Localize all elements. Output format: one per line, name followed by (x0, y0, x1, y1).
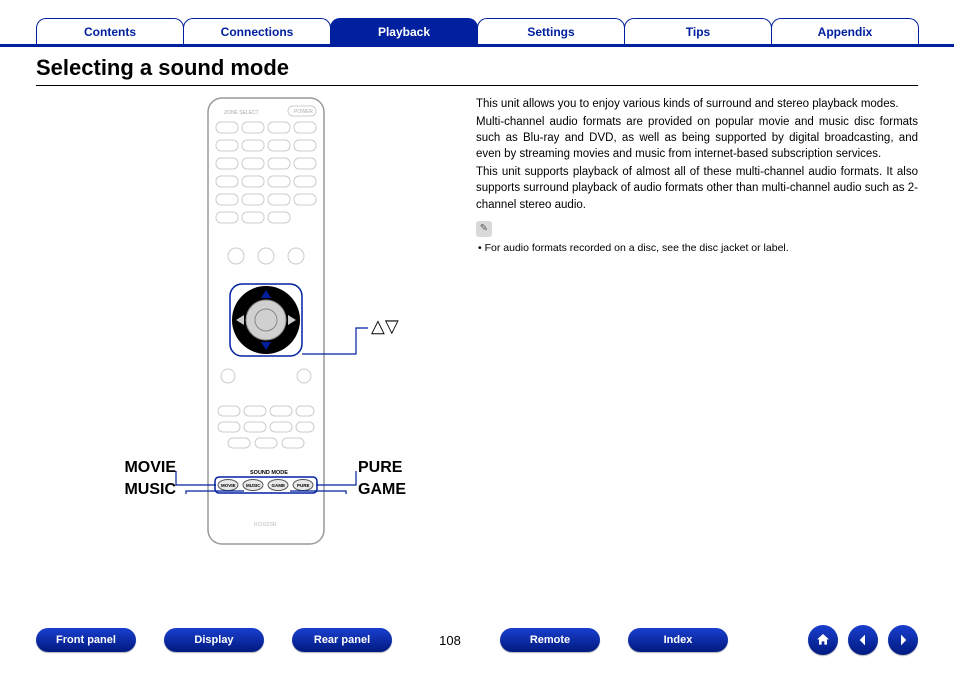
body-p1: This unit allows you to enjoy various ki… (476, 96, 918, 112)
remote-diagram: ZONE SELECT POWER (36, 96, 476, 576)
tab-settings[interactable]: Settings (477, 18, 625, 44)
footer-front-panel[interactable]: Front panel (36, 628, 136, 652)
page-title: Selecting a sound mode (36, 47, 918, 86)
tab-playback[interactable]: Playback (330, 18, 478, 44)
footer-rear-panel[interactable]: Rear panel (292, 628, 392, 652)
arrow-right-icon (895, 632, 911, 648)
prev-button[interactable] (848, 625, 878, 655)
tab-tips[interactable]: Tips (624, 18, 772, 44)
callout-movie: MOVIE (96, 459, 176, 477)
top-tabs: Contents Connections Playback Settings T… (0, 0, 954, 47)
footer-remote[interactable]: Remote (500, 628, 600, 652)
page-number: 108 (420, 633, 480, 648)
home-icon (815, 632, 831, 648)
body-p2: Multi-channel audio formats are provided… (476, 114, 918, 162)
tab-connections[interactable]: Connections (183, 18, 331, 44)
tab-appendix[interactable]: Appendix (771, 18, 919, 44)
svg-text:PURE: PURE (297, 483, 310, 488)
footer: Front panel Display Rear panel 108 Remot… (0, 625, 954, 655)
body-p3: This unit supports playback of almost al… (476, 164, 918, 212)
callout-music: MUSIC (96, 481, 176, 499)
note-icon: ✎ (476, 221, 492, 237)
callout-pure: PURE (358, 459, 402, 477)
footer-display[interactable]: Display (164, 628, 264, 652)
tab-contents[interactable]: Contents (36, 18, 184, 44)
svg-text:MOVIE: MOVIE (221, 483, 236, 488)
callout-updown: △▽ (371, 316, 399, 337)
home-button[interactable] (808, 625, 838, 655)
svg-text:MUSIC: MUSIC (246, 483, 261, 488)
arrow-left-icon (855, 632, 871, 648)
svg-text:GAME: GAME (272, 483, 286, 488)
svg-text:SOUND MODE: SOUND MODE (250, 470, 288, 476)
remote-zone-select-label: ZONE SELECT (224, 110, 259, 116)
note-bullet: • For audio formats recorded on a disc, … (476, 241, 918, 256)
footer-index[interactable]: Index (628, 628, 728, 652)
svg-text:POWER: POWER (294, 109, 313, 115)
svg-text:RC022SR: RC022SR (254, 522, 277, 528)
callout-game: GAME (358, 481, 406, 499)
next-button[interactable] (888, 625, 918, 655)
